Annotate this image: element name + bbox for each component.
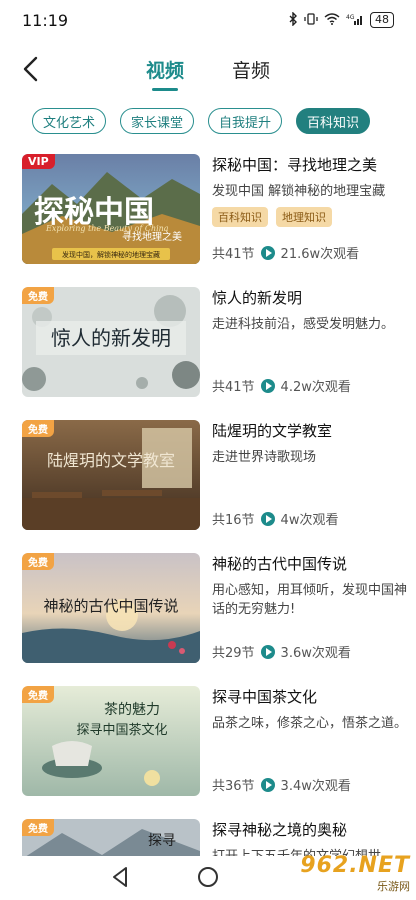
system-nav-bar: 962.NET 乐游网 bbox=[0, 853, 416, 900]
view-count: 4w次观看 bbox=[280, 513, 339, 528]
video-meta: 共41节 21.6w次观看 bbox=[212, 243, 359, 262]
chip-parent-class[interactable]: 家长课堂 bbox=[120, 108, 195, 134]
video-description: 用心感知，用耳倾听，发现中国神话的无穷魅力! bbox=[212, 583, 408, 617]
video-description: 走进世界诗歌现场 bbox=[212, 450, 317, 465]
watermark-logo: 962.NET bbox=[300, 853, 410, 878]
signal-label: 4G bbox=[346, 14, 355, 21]
category-chips: 文化艺术 家长课堂 自我提升 百科知识 bbox=[0, 108, 416, 136]
play-icon bbox=[260, 777, 275, 792]
video-info: 神秘的古代中国传说 用心感知，用耳倾听，发现中国神话的无穷魅力! 共29节 3.… bbox=[212, 551, 416, 665]
video-tags: 百科知识 地理知识 bbox=[212, 207, 416, 227]
nav-back-button[interactable] bbox=[110, 866, 130, 892]
video-meta: 共29节 3.6w次观看 bbox=[212, 642, 351, 661]
chip-culture-art[interactable]: 文化艺术 bbox=[32, 108, 107, 134]
video-thumbnail: 惊人的新发明 免费 bbox=[22, 287, 200, 397]
video-meta: 共36节 3.4w次观看 bbox=[212, 775, 351, 794]
lesson-count: 共41节 bbox=[212, 380, 255, 395]
chip-encyclopedia[interactable]: 百科知识 bbox=[296, 108, 371, 134]
wifi-icon bbox=[324, 12, 340, 28]
video-title: 探寻中国茶文化 bbox=[212, 688, 318, 706]
video-description: 发现中国 解锁神秘的地理宝藏 bbox=[212, 184, 386, 199]
video-title: 探秘中国：寻找地理之美 bbox=[212, 156, 378, 174]
media-tabs: 视频 音频 bbox=[0, 56, 416, 91]
video-item[interactable]: 探寻 免费 探寻神秘之境的奥秘 打开上下五千年的文学幻想世 bbox=[22, 817, 412, 856]
free-badge: 免费 bbox=[22, 420, 54, 437]
tab-video[interactable]: 视频 bbox=[146, 56, 184, 91]
video-title: 神秘的古代中国传说 bbox=[212, 555, 348, 573]
view-count: 3.4w次观看 bbox=[280, 779, 351, 794]
bluetooth-icon bbox=[288, 10, 298, 29]
video-item[interactable]: 惊人的新发明 免费 惊人的新发明 走进科技前沿，感受发明魅力。 共41节 4.2… bbox=[22, 285, 412, 399]
view-count: 4.2w次观看 bbox=[280, 380, 351, 395]
signal-icon: 4G bbox=[346, 13, 364, 28]
video-info: 探寻神秘之境的奥秘 打开上下五千年的文学幻想世 bbox=[212, 817, 416, 856]
watermark: 962.NET 乐游网 bbox=[300, 853, 410, 894]
play-icon bbox=[260, 644, 275, 659]
thumbnail-title: 神秘的古代中国传说 bbox=[43, 597, 178, 615]
thumbnail-title: 探寻 bbox=[148, 833, 176, 849]
video-thumbnail: 陆煋玥的文学教室 免费 bbox=[22, 420, 200, 530]
free-badge: 免费 bbox=[22, 819, 54, 836]
video-title: 惊人的新发明 bbox=[212, 289, 303, 307]
lesson-count: 共36节 bbox=[212, 779, 255, 794]
video-tag: 百科知识 bbox=[212, 207, 268, 227]
video-info: 陆煋玥的文学教室 走进世界诗歌现场 共16节 4w次观看 bbox=[212, 418, 416, 532]
status-icons: 4G 48 bbox=[288, 10, 394, 29]
vip-badge: VIP bbox=[22, 154, 55, 169]
play-icon bbox=[260, 245, 275, 260]
free-badge: 免费 bbox=[22, 287, 54, 304]
view-count: 3.6w次观看 bbox=[280, 646, 351, 661]
tab-audio[interactable]: 音频 bbox=[232, 56, 270, 91]
play-icon bbox=[260, 378, 275, 393]
lesson-count: 共16节 bbox=[212, 513, 255, 528]
video-info: 探寻中国茶文化 品茶之味，修茶之心，悟茶之道。 共36节 3.4w次观看 bbox=[212, 684, 416, 798]
video-title: 陆煋玥的文学教室 bbox=[212, 422, 333, 440]
video-tag: 地理知识 bbox=[276, 207, 332, 227]
video-item[interactable]: 茶的魅力 探寻中国茶文化 免费 探寻中国茶文化 品茶之味，修茶之心，悟茶之道。 … bbox=[22, 684, 412, 798]
thumbnail-banner: 发现中国，解锁神秘的地理宝藏 bbox=[62, 250, 160, 259]
video-item[interactable]: 神秘的古代中国传说 免费 神秘的古代中国传说 用心感知，用耳倾听，发现中国神话的… bbox=[22, 551, 412, 665]
thumbnail-title: 陆煋玥的文学教室 bbox=[47, 451, 175, 470]
video-item[interactable]: 陆煋玥的文学教室 免费 陆煋玥的文学教室 走进世界诗歌现场 共16节 4w次观看 bbox=[22, 418, 412, 532]
video-info: 惊人的新发明 走进科技前沿，感受发明魅力。 共41节 4.2w次观看 bbox=[212, 285, 416, 399]
free-badge: 免费 bbox=[22, 553, 54, 570]
video-thumbnail: 茶的魅力 探寻中国茶文化 免费 bbox=[22, 686, 200, 796]
lesson-count: 共41节 bbox=[212, 247, 255, 262]
video-thumbnail: 神秘的古代中国传说 免费 bbox=[22, 553, 200, 663]
video-list: 探秘中国 Exploring the Beauty of China 寻找地理之… bbox=[0, 150, 416, 856]
triangle-back-icon bbox=[113, 867, 127, 887]
battery-indicator: 48 bbox=[370, 12, 394, 28]
chip-self-improvement[interactable]: 自我提升 bbox=[208, 108, 283, 134]
video-title: 探寻神秘之境的奥秘 bbox=[212, 821, 348, 839]
video-description: 品茶之味，修茶之心，悟茶之道。 bbox=[212, 716, 408, 731]
thumbnail-title: 惊人的新发明 bbox=[51, 326, 171, 350]
thumbnail-title: 茶的魅力 bbox=[104, 702, 160, 718]
video-info: 探秘中国：寻找地理之美 发现中国 解锁神秘的地理宝藏 百科知识 地理知识 共41… bbox=[212, 152, 416, 266]
play-icon bbox=[260, 511, 275, 526]
video-description: 走进科技前沿，感受发明魅力。 bbox=[212, 317, 395, 332]
lesson-count: 共29节 bbox=[212, 646, 255, 661]
free-badge: 免费 bbox=[22, 686, 54, 703]
video-meta: 共16节 4w次观看 bbox=[212, 509, 338, 528]
thumbnail-subtitle: 寻找地理之美 bbox=[122, 230, 182, 243]
nav-home-button[interactable] bbox=[198, 867, 218, 887]
watermark-sub: 乐游网 bbox=[377, 880, 410, 893]
vibrate-icon bbox=[304, 12, 318, 29]
view-count: 21.6w次观看 bbox=[280, 247, 360, 262]
status-bar: 11:19 4G 48 bbox=[0, 0, 416, 40]
status-time: 11:19 bbox=[22, 10, 69, 30]
video-thumbnail: 探秘中国 Exploring the Beauty of China 寻找地理之… bbox=[22, 154, 200, 264]
thumbnail-subtitle: 探寻中国茶文化 bbox=[76, 722, 167, 738]
header: 视频 音频 bbox=[0, 44, 416, 94]
video-thumbnail: 探寻 免费 bbox=[22, 819, 200, 856]
video-item[interactable]: 探秘中国 Exploring the Beauty of China 寻找地理之… bbox=[22, 152, 412, 266]
video-meta: 共41节 4.2w次观看 bbox=[212, 376, 351, 395]
